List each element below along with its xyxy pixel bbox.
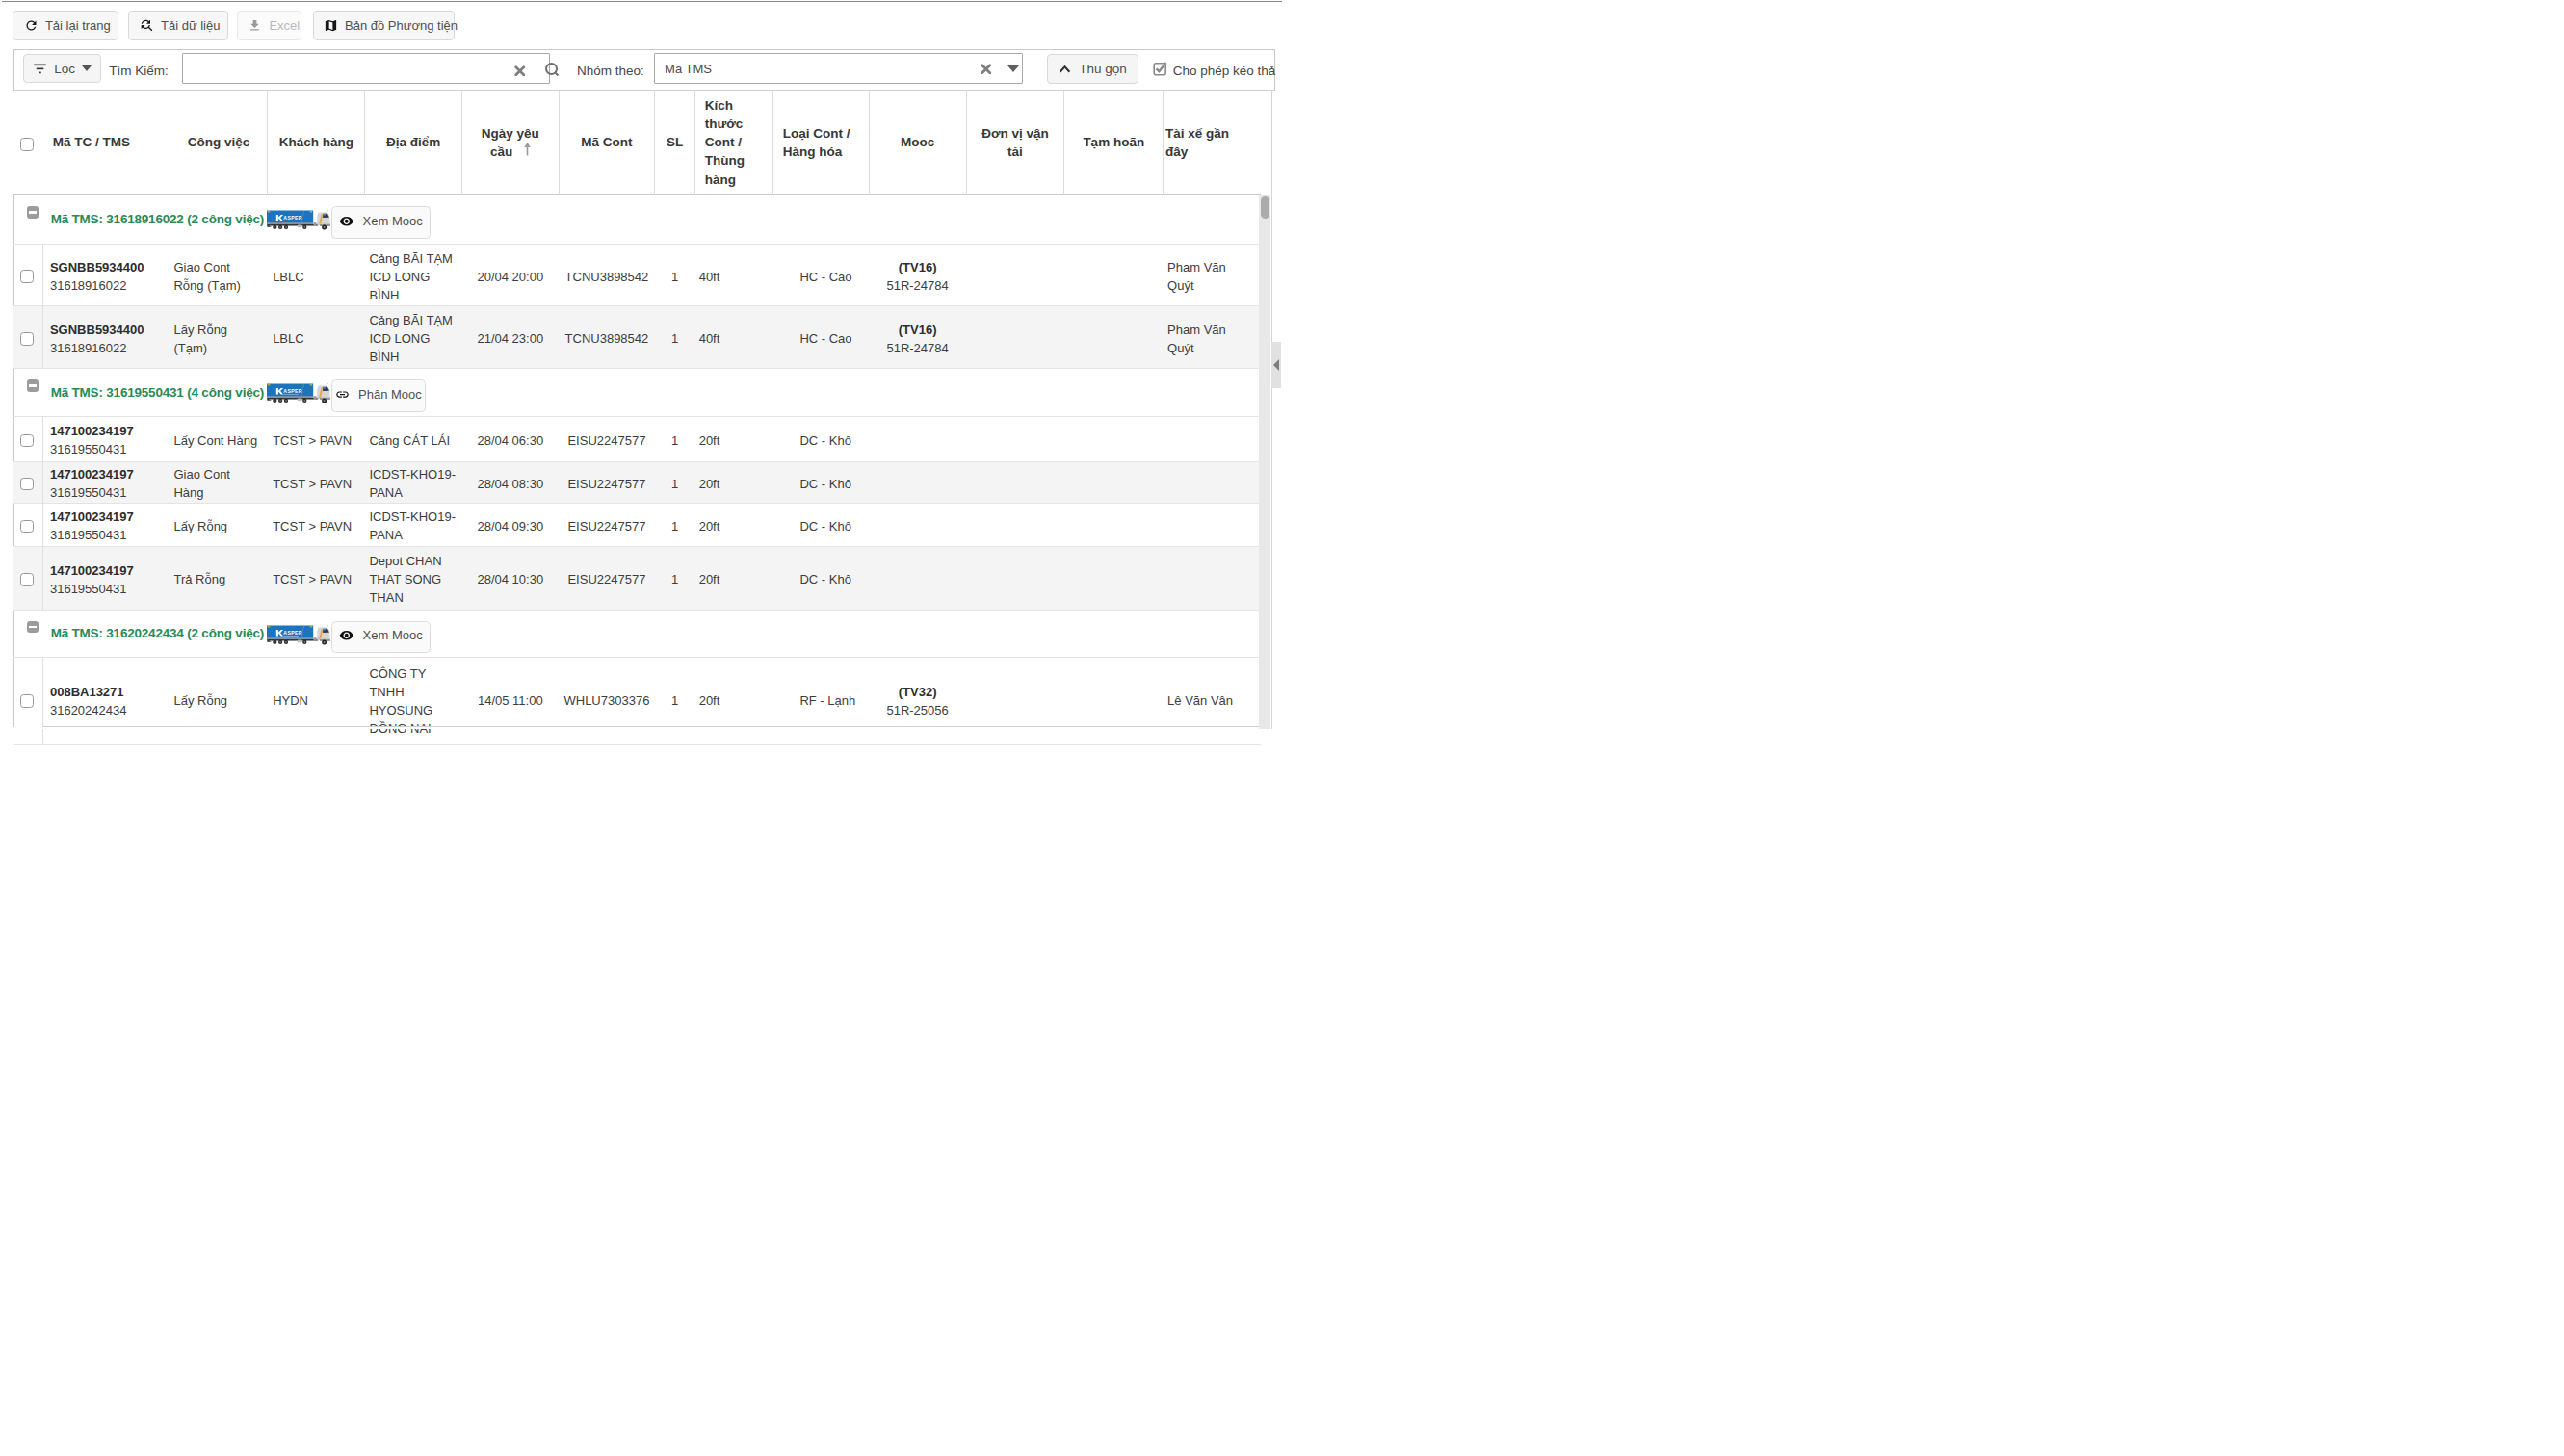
svg-text:ASPER: ASPER: [283, 388, 302, 394]
svg-text:ASPER: ASPER: [283, 216, 302, 221]
svg-text:ASPER: ASPER: [283, 630, 302, 636]
